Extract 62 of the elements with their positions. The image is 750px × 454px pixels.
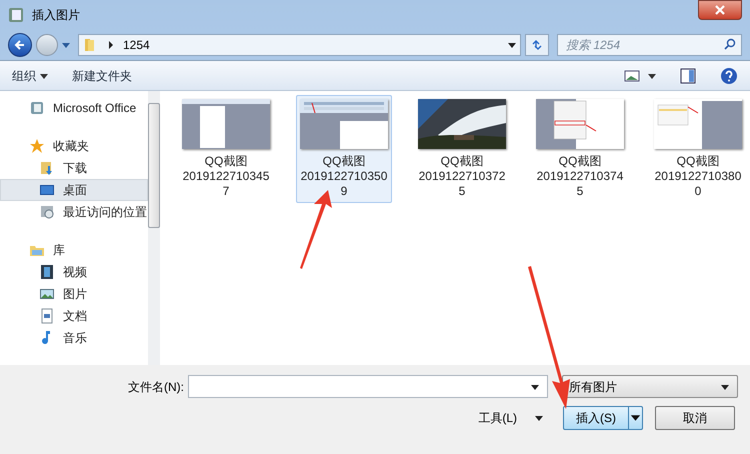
recent-places-icon — [39, 204, 55, 220]
cancel-button[interactable]: 取消 — [655, 406, 735, 430]
office-icon — [29, 100, 45, 116]
file-name: QQ截图 2019122710380 0 — [654, 154, 742, 199]
back-arrow-icon — [14, 39, 26, 51]
document-icon — [39, 308, 55, 324]
dropdown-icon — [628, 407, 642, 429]
chevron-right-icon — [107, 41, 115, 49]
sidebar-item[interactable]: 最近访问的位置 — [0, 201, 148, 223]
history-dropdown-icon — [62, 41, 70, 49]
organize-menu[interactable]: 组织 — [12, 66, 48, 84]
sidebar-item[interactable]: 音乐 — [0, 327, 148, 349]
sidebar-item[interactable]: 文档 — [0, 305, 148, 327]
file-item[interactable]: QQ截图 2019122710374 5 — [532, 95, 628, 203]
search-icon — [724, 38, 736, 50]
tools-menu[interactable]: 工具(L) — [478, 409, 543, 427]
image-icon — [39, 286, 55, 302]
back-button[interactable] — [8, 33, 32, 57]
desktop-icon — [39, 182, 55, 198]
caret-icon — [648, 72, 656, 80]
dropdown-icon — [508, 41, 516, 49]
sidebar-item[interactable]: 桌面 — [0, 179, 148, 201]
address-path: 1254 — [123, 37, 151, 54]
file-name: QQ截图 2019122710345 7 — [182, 154, 270, 199]
sidebar-item[interactable]: 下载 — [0, 157, 148, 179]
refresh-icon — [531, 39, 543, 51]
scrollbar-thumb[interactable] — [148, 103, 160, 228]
preview-pane-icon — [680, 68, 696, 84]
scrollbar[interactable] — [148, 91, 160, 365]
file-name: QQ截图 2019122710350 9 — [300, 154, 388, 199]
film-icon — [39, 264, 55, 280]
dropdown-icon — [531, 382, 539, 390]
dropdown-icon — [721, 382, 729, 390]
star-icon — [29, 138, 45, 154]
help-icon — [720, 66, 738, 84]
sidebar-item[interactable]: 图片 — [0, 283, 148, 305]
filename-label: 文件名(N): — [128, 378, 184, 396]
close-button[interactable] — [698, 0, 742, 20]
dialog-icon — [8, 7, 24, 23]
sidebar-item[interactable]: 视频 — [0, 261, 148, 283]
caret-icon — [535, 414, 543, 422]
caret-icon — [40, 72, 48, 80]
sidebar-item[interactable]: 库 — [0, 239, 148, 261]
address-bar[interactable]: 1254 — [78, 34, 521, 56]
file-name: QQ截图 2019122710374 5 — [536, 154, 624, 199]
file-item[interactable]: QQ截图 2019122710345 7 — [178, 95, 274, 203]
sidebar-item[interactable]: 收藏夹 — [0, 135, 148, 157]
file-item[interactable]: QQ截图 2019122710350 9 — [296, 95, 392, 203]
search-field[interactable]: 搜索 1254 — [557, 34, 742, 56]
view-icon — [624, 70, 640, 82]
sidebar-item[interactable]: Microsoft Office — [0, 97, 148, 119]
file-item[interactable]: QQ截图 2019122710372 5 — [414, 95, 510, 203]
file-item[interactable]: QQ截图 2019122710380 0 — [650, 95, 746, 203]
close-icon — [714, 4, 726, 16]
insert-button[interactable]: 插入(S) — [563, 406, 643, 430]
window-title: 插入图片 — [32, 7, 80, 24]
new-folder-button[interactable]: 新建文件夹 — [72, 66, 132, 84]
filename-field[interactable] — [188, 375, 548, 398]
file-type-dropdown[interactable]: 所有图片 — [562, 375, 738, 398]
file-name: QQ截图 2019122710372 5 — [418, 154, 506, 199]
refresh-button[interactable] — [525, 34, 549, 56]
download-folder-icon — [39, 160, 55, 176]
